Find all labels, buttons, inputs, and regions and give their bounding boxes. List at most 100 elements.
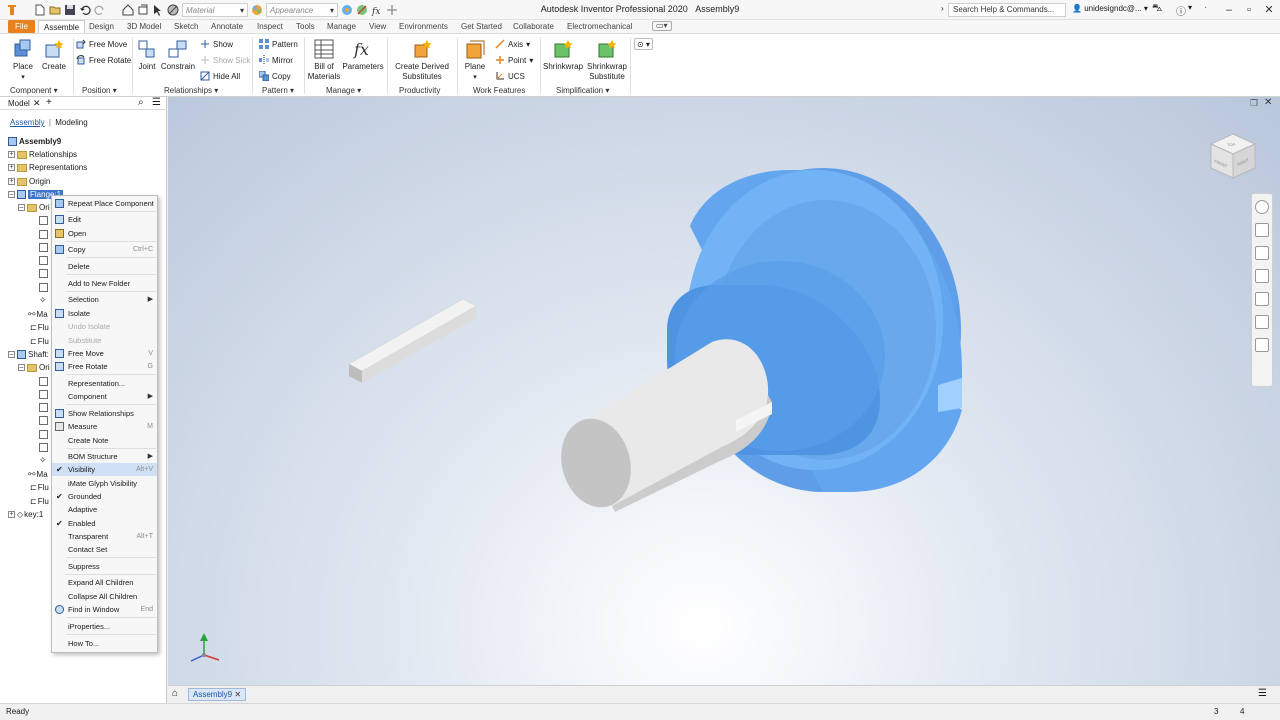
ucs-button[interactable]: UCS — [495, 70, 525, 82]
tab-annotate[interactable]: Annotate — [211, 20, 243, 33]
place-button[interactable]: Place ▾ — [8, 38, 38, 83]
show-sick-button[interactable]: Show Sick — [200, 54, 250, 66]
inventor-logo-icon[interactable] — [6, 4, 18, 16]
panel-pattern[interactable]: Pattern ▾ — [262, 86, 294, 95]
tree-item-mate[interactable]: ⚯ Ma — [28, 308, 48, 321]
show-button[interactable]: Show — [200, 38, 233, 50]
help-dropdown-icon[interactable]: ▾ — [1188, 3, 1192, 12]
minimize-button[interactable]: – — [1220, 2, 1238, 18]
axis-button[interactable]: Axis ▾ — [495, 38, 530, 50]
clear-appearance-icon[interactable] — [356, 4, 368, 16]
panel-relationships[interactable]: Relationships ▾ — [164, 86, 218, 95]
material-icon[interactable] — [167, 4, 179, 16]
material-combo[interactable]: Material ▾ — [182, 3, 248, 17]
tab-sketch[interactable]: Sketch — [174, 20, 198, 33]
menu-item-how-to[interactable]: How To... — [52, 637, 157, 650]
menu-item-adaptive[interactable]: Adaptive — [52, 503, 157, 516]
tab-view[interactable]: View — [369, 20, 386, 33]
update-icon[interactable] — [137, 4, 149, 16]
hide-all-button[interactable]: Hide All — [200, 70, 240, 82]
tree-item-axis[interactable] — [39, 254, 50, 267]
home-icon[interactable] — [122, 4, 134, 16]
home-icon[interactable]: ⌂ — [172, 688, 178, 699]
pattern-button[interactable]: Pattern — [259, 38, 298, 50]
tree-item-shaft[interactable]: – Shaft: — [8, 348, 49, 361]
tree-item-flush[interactable]: ⊏ Flu — [30, 335, 49, 348]
tree-item-mate[interactable]: ⚯ Ma — [28, 468, 48, 481]
tree-item-plane[interactable] — [39, 388, 50, 401]
tab-get-started[interactable]: Get Started — [461, 20, 502, 33]
menu-item-substitute[interactable]: Substitute — [52, 334, 157, 347]
menu-icon[interactable]: ☰ — [1258, 688, 1267, 699]
tree-item-flush[interactable]: ⊏ Flu — [30, 321, 49, 334]
tree-item-center-point[interactable]: ✧ — [39, 454, 49, 467]
new-icon[interactable] — [34, 4, 46, 16]
menu-item-bom-structure[interactable]: BOM Structure ▶ — [52, 450, 157, 463]
look-at-icon[interactable] — [1255, 292, 1269, 306]
panel-simplification[interactable]: Simplification ▾ — [556, 86, 609, 95]
expand-search-icon[interactable]: › — [941, 4, 944, 13]
help-icon[interactable]: ⓘ — [1176, 3, 1186, 18]
tree-item-center-point[interactable]: ✧ — [39, 294, 49, 307]
panel-manage[interactable]: Manage ▾ — [326, 86, 361, 95]
ribbon-collapse-icon[interactable]: · — [1204, 2, 1207, 13]
menu-item-representation[interactable]: Representation... — [52, 377, 157, 390]
graphics-viewport[interactable]: ❐ ✕ — [168, 97, 1280, 685]
menu-item-repeat-place-component[interactable]: Repeat Place Component — [52, 197, 157, 210]
close-icon[interactable]: ✕ — [234, 690, 241, 699]
steering-wheel-icon[interactable] — [1255, 200, 1269, 214]
menu-item-enabled[interactable]: ✔ Enabled — [52, 517, 157, 530]
tab-inspect[interactable]: Inspect — [257, 20, 283, 33]
save-icon[interactable] — [64, 4, 76, 16]
browser-tab-assembly[interactable]: Assembly — [10, 118, 45, 127]
tree-item-axis[interactable] — [39, 441, 50, 454]
tree-item-plane[interactable] — [39, 241, 50, 254]
menu-item-show-relationships[interactable]: Show Relationships — [52, 407, 157, 420]
menu-icon[interactable]: ☰ — [152, 97, 161, 108]
menu-item-visibility[interactable]: ✔ Visibility Alt+V — [52, 463, 157, 476]
tree-item-axis[interactable] — [39, 281, 50, 294]
tab-manage[interactable]: Manage — [327, 20, 356, 33]
tree-item-shaft-origin[interactable]: – Ori — [18, 361, 50, 374]
joint-button[interactable]: Joint — [134, 38, 160, 72]
menu-item-free-rotate[interactable]: Free Rotate G — [52, 360, 157, 373]
plane-button[interactable]: Plane ▾ — [461, 38, 489, 83]
open-icon[interactable] — [49, 4, 61, 16]
tree-item-key[interactable]: + ◇ key:1 — [8, 508, 43, 521]
tab-collaborate[interactable]: Collaborate — [513, 20, 554, 33]
maximize-button[interactable]: ▫ — [1240, 2, 1258, 18]
select-icon[interactable] — [152, 4, 164, 16]
menu-item-undo-isolate[interactable]: Undo Isolate — [52, 320, 157, 333]
pan-icon[interactable] — [1255, 223, 1269, 237]
close-icon[interactable]: ✕ — [33, 98, 41, 109]
adjust-appearance-icon[interactable] — [341, 4, 353, 16]
search-icon[interactable]: ⌕ — [138, 97, 144, 108]
document-tab-assembly9[interactable]: Assembly9 ✕ — [188, 688, 247, 701]
tree-item-plane[interactable] — [39, 375, 50, 388]
panel-component[interactable]: Component ▾ — [10, 86, 58, 95]
shrinkwrap-substitute-button[interactable]: Shrinkwrap Substitute — [585, 38, 629, 82]
user-account[interactable]: 👤 unidesigndc@... ▾ — [1072, 4, 1148, 13]
restore-view-icon[interactable]: ❐ — [1250, 98, 1258, 109]
menu-item-measure[interactable]: Measure M — [52, 420, 157, 433]
mirror-button[interactable]: Mirror — [259, 54, 293, 66]
tree-item-relationships[interactable]: + Relationships — [8, 148, 77, 161]
tree-item-axis[interactable] — [39, 267, 50, 280]
browser-tab-modeling[interactable]: Modeling — [55, 118, 87, 127]
expand-icon[interactable]: + — [8, 178, 15, 185]
add-browser-icon[interactable]: + — [46, 97, 52, 108]
expand-icon[interactable]: + — [8, 151, 15, 158]
zoom-icon[interactable] — [1255, 246, 1269, 260]
view-cube[interactable]: TOP FRONT RIGHT — [1207, 130, 1259, 182]
fx-icon[interactable]: fx — [371, 4, 383, 16]
tree-item-plane[interactable] — [39, 228, 50, 241]
copy-button[interactable]: Copy — [259, 70, 291, 82]
close-button[interactable]: ✕ — [1260, 2, 1278, 18]
create-derived-substitutes-button[interactable]: Create Derived Substitutes — [391, 38, 453, 82]
tree-item-assembly[interactable]: Assembly9 — [8, 135, 61, 148]
tab-design[interactable]: Design — [89, 20, 114, 33]
close-icon[interactable]: ✕ — [1264, 97, 1272, 108]
menu-item-component[interactable]: Component ▶ — [52, 390, 157, 403]
panel-options-icon[interactable]: ▭▾ — [652, 21, 672, 31]
menu-item-isolate[interactable]: Isolate — [52, 307, 157, 320]
